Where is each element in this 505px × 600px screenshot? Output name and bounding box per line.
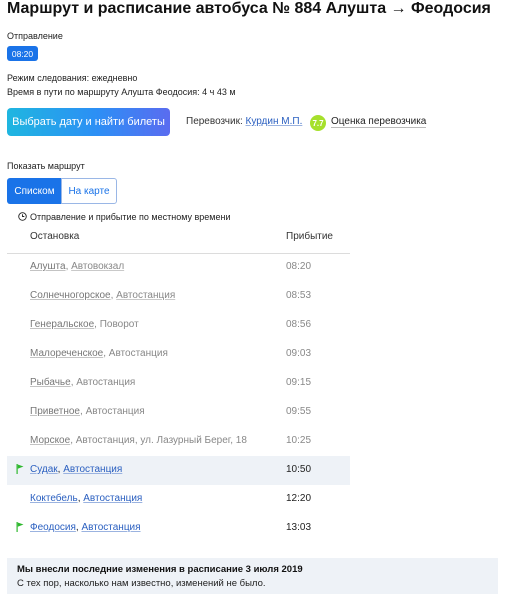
table-row: Судак, Автостанция 10:50 [7, 456, 350, 485]
stop-station: Автостанция, ул. Лазурный Берег, 18 [75, 435, 247, 446]
arrival-time: 08:56 [286, 319, 312, 330]
flag-icon [16, 522, 24, 532]
arrival-time: 10:50 [286, 464, 312, 475]
table-row: Солнечногорское, Автостанция 08:53 [7, 282, 350, 311]
table-row: Коктебель, Автостанция 12:20 [7, 485, 350, 514]
tab-list-view[interactable]: Списком [7, 178, 62, 204]
stop-name: Алушта, Автовокзал [30, 261, 124, 272]
table-row: Генеральское, Поворот 08:56 [7, 311, 350, 340]
stop-name: Феодосия, Автостанция [30, 522, 141, 533]
stop-name: Морское, Автостанция, ул. Лазурный Берег… [30, 435, 247, 446]
departure-label: Отправление [7, 31, 63, 41]
arrival-time: 08:53 [286, 290, 312, 301]
stop-name: Судак, Автостанция [30, 464, 122, 475]
stop-station: Автостанция [85, 406, 145, 417]
route-view-label: Показать маршрут [7, 161, 85, 171]
local-time-note: Отправление и прибытие по местному време… [30, 212, 231, 222]
stop-name: Малореченское, Автостанция [30, 348, 168, 359]
carrier-name-link[interactable]: Курдин М.П. [246, 116, 303, 127]
notice-title: Мы внесли последние изменения в расписан… [17, 564, 303, 575]
page-title: Маршрут и расписание автобуса № 884 Алуш… [7, 0, 491, 17]
arrival-time: 12:20 [286, 493, 312, 504]
table-row: Рыбачье, Автостанция 09:15 [7, 369, 350, 398]
stop-station: Автостанция [76, 377, 136, 388]
stop-station-link[interactable]: Автовокзал [71, 261, 124, 272]
stop-city-link[interactable]: Приветное [30, 406, 80, 417]
stop-city-link[interactable]: Рыбачье [30, 377, 71, 388]
table-row: Алушта, Автовокзал 08:20 [7, 253, 350, 282]
notice-text: С тех пор, насколько нам известно, измен… [17, 578, 266, 589]
arrival-time: 09:15 [286, 377, 312, 388]
column-header-arrival: Прибытие [286, 231, 333, 242]
carrier-rating-link[interactable]: Оценка перевозчика [331, 116, 427, 128]
carrier-rating-badge: 7.7 [310, 115, 326, 131]
stop-name: Солнечногорское, Автостанция [30, 290, 175, 301]
stop-station-link[interactable]: Автостанция [63, 464, 122, 475]
travel-time: Время в пути по маршруту Алушта Феодосия… [7, 87, 236, 97]
stop-city-link[interactable]: Морское [30, 435, 70, 446]
table-row: Феодосия, Автостанция 13:03 [7, 514, 350, 543]
table-row: Приветное, Автостанция 09:55 [7, 398, 350, 427]
arrival-time: 08:20 [286, 261, 312, 272]
table-row: Морское, Автостанция, ул. Лазурный Берег… [7, 427, 350, 456]
arrival-time: 09:55 [286, 406, 312, 417]
stop-station-link[interactable]: Автостанция [83, 493, 142, 504]
stop-city-link[interactable]: Солнечногорское [30, 290, 111, 301]
stop-station-link[interactable]: Автостанция [116, 290, 175, 301]
stop-city-link[interactable]: Феодосия [30, 522, 76, 533]
column-header-stop: Остановка [30, 231, 80, 242]
stop-name: Генеральское, Поворот [30, 319, 139, 330]
flag-icon [16, 464, 24, 474]
stop-city-link[interactable]: Коктебель [30, 493, 78, 504]
schedule-mode: Режим следования: ежедневно [7, 73, 138, 83]
carrier-label: Перевозчик: [186, 116, 243, 127]
clock-icon [18, 212, 27, 221]
schedule-update-notice: Мы внесли последние изменения в расписан… [7, 558, 498, 594]
stop-station: Автостанция [108, 348, 168, 359]
find-tickets-button[interactable]: Выбрать дату и найти билеты [7, 108, 170, 136]
stop-city-link[interactable]: Алушта [30, 261, 66, 272]
arrival-time: 13:03 [286, 522, 312, 533]
stop-city-link[interactable]: Генеральское [30, 319, 94, 330]
table-row: Малореченское, Автостанция 09:03 [7, 340, 350, 369]
departure-time-badge[interactable]: 08:20 [7, 46, 38, 61]
stop-name: Приветное, Автостанция [30, 406, 145, 417]
arrival-time: 09:03 [286, 348, 312, 359]
arrival-time: 10:25 [286, 435, 312, 446]
stop-city-link[interactable]: Судак [30, 464, 58, 475]
stop-station-link[interactable]: Автостанция [81, 522, 140, 533]
stop-name: Рыбачье, Автостанция [30, 377, 135, 388]
tab-map-view[interactable]: На карте [61, 178, 117, 204]
stop-station: Поворот [99, 319, 139, 330]
carrier-info: Перевозчик: Курдин М.П. [186, 116, 302, 127]
stop-city-link[interactable]: Малореченское [30, 348, 103, 359]
stop-name: Коктебель, Автостанция [30, 493, 142, 504]
